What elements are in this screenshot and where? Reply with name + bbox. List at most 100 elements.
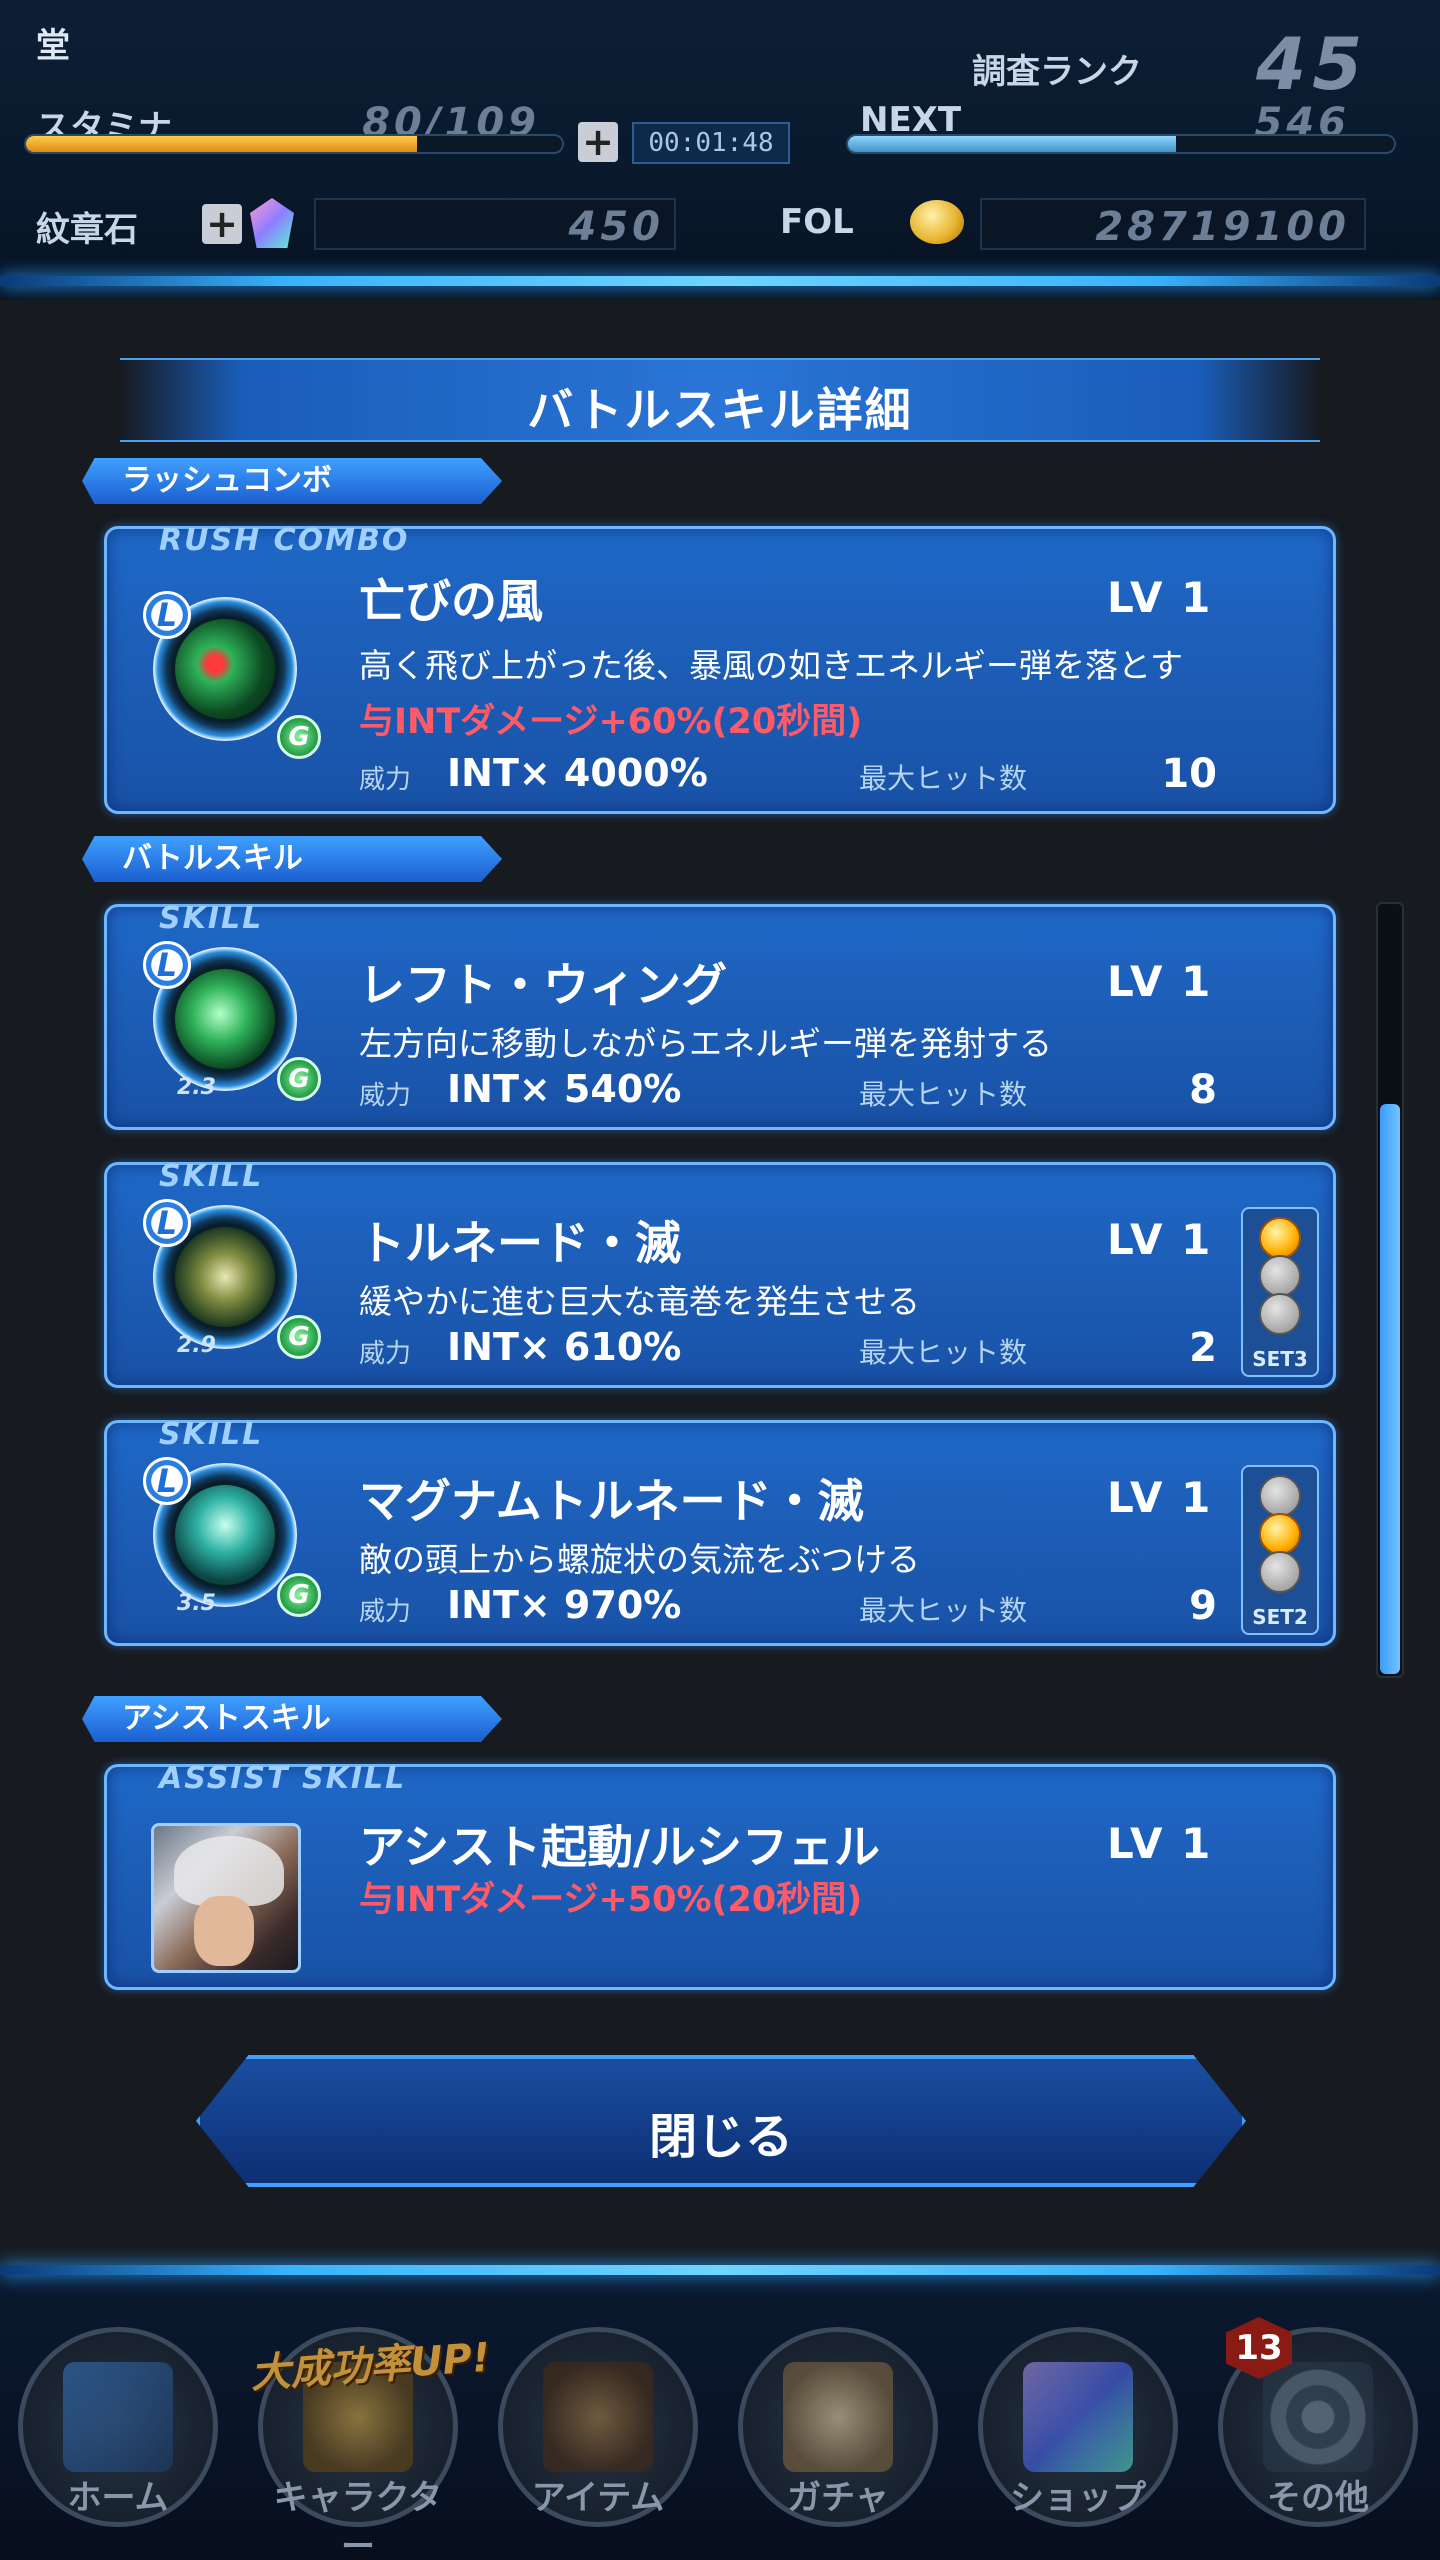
cooldown-value: 3.5 [177,1591,216,1616]
nav-character-label: キャラクター [273,2478,443,2560]
crest-stone-value: 450 [568,204,664,250]
skill-buff: 与INTダメージ+60%(20秒間) [359,702,863,742]
nav-home[interactable]: ホーム [18,2327,218,2527]
scrollbar-thumb[interactable] [1380,1104,1400,1674]
skill-level: LV 1 [1107,1215,1213,1264]
nav-shop-label: ショップ [1010,2478,1146,2518]
skill-card-magnum-tornado: SKILL L G 3.5 マグナムトルネード・滅 LV 1 敵の頭上から螺旋状… [104,1417,1336,1646]
home-door-icon [63,2362,173,2472]
power-value: INT× 610% [447,1325,682,1369]
dialog-title: バトルスキル詳細 [527,383,913,437]
skill-buff: 与INTダメージ+50%(20秒間) [359,1880,863,1920]
skill-card-left-wing: SKILL L G 2.3 レフト・ウィング LV 1 左方向に移動しながらエネ… [104,901,1336,1130]
element-badge-icon: G [277,1573,321,1617]
max-hits-label: 最大ヒット数 [859,1594,1028,1627]
leader-badge-icon: L [143,591,191,639]
stamina-plus-button[interactable]: + [578,122,618,162]
power-value: INT× 4000% [447,751,708,795]
stamina-bar [24,134,564,154]
gacha-character-icon [783,2362,893,2472]
shop-crystal-icon [1023,2362,1133,2472]
nav-gacha-label: ガチャ [787,2478,889,2518]
max-hits-value: 2 [1189,1325,1217,1371]
close-button[interactable]: 閉じる [196,2055,1246,2187]
location-label: 堂 [36,26,70,66]
power-label: 威力 [359,765,412,795]
next-exp-bar-fill [848,136,1176,152]
stamina-timer: 00:01:48 [632,122,790,164]
element-badge-icon: G [277,1315,321,1359]
power-value: INT× 540% [447,1067,682,1111]
section-battle-skill: バトルスキル [82,836,502,882]
power-label: 威力 [359,1081,412,1111]
item-bag-icon [543,2362,653,2472]
crest-stone-plus-button[interactable]: + [202,204,242,244]
skill-description: 敵の頭上から螺旋状の気流をぶつける [359,1540,920,1579]
set-slot-2-icon [1259,1513,1301,1555]
magnum-tornado-skill-icon [175,1485,275,1585]
left-wing-skill-icon [175,969,275,1069]
card-tag: RUSH COMBO [159,523,410,558]
section-assist-skill: アシストスキル [82,1696,502,1742]
max-hits-label: 最大ヒット数 [859,1078,1028,1111]
rank-label: 調査ランク [972,52,1142,92]
skill-set-indicator[interactable]: SET2 [1241,1465,1319,1635]
skill-name: 亡びの風 [359,574,543,628]
cooldown-value: 2.3 [177,1075,216,1100]
dialog-title-banner: バトルスキル詳細 [120,358,1320,442]
next-exp-bar [846,134,1396,154]
skill-level: LV 1 [1107,1819,1213,1868]
card-tag: SKILL [159,1159,264,1194]
skill-icon: L G 3.5 [143,1457,321,1617]
max-hits-value: 9 [1189,1583,1217,1629]
rush-combo-card: RUSH COMBO L G 亡びの風 LV 1 高く飛び上がった後、暴風の如き… [104,523,1336,814]
crest-stone-label: 紋章石 [36,210,138,250]
skill-level: LV 1 [1107,1473,1213,1522]
power-label: 威力 [359,1339,412,1369]
skill-description: 高く飛び上がった後、暴風の如きエネルギー弾を落とす [359,646,1184,685]
skill-description: 緩やかに進む巨大な竜巻を発生させる [359,1282,920,1321]
tornado-skill-icon [175,1227,275,1327]
character-portrait [151,1823,301,1973]
card-tag: ASSIST SKILL [159,1761,407,1796]
nav-shop[interactable]: ショップ [978,2327,1178,2527]
nav-home-label: ホーム [67,2478,169,2518]
set-label: SET3 [1252,1347,1308,1371]
element-badge-icon: G [277,1057,321,1101]
leader-badge-icon: L [143,1457,191,1505]
battle-skill-detail-dialog: バトルスキル詳細 ラッシュコンボ RUSH COMBO L G 亡びの風 LV … [0,300,1440,2265]
max-hits-label: 最大ヒット数 [859,762,1028,795]
status-hud: 堂 調査ランク 45 スタミナ 80/109 + 00:01:48 NEXT 5… [0,0,1440,300]
success-rate-up-banner: 大成功率UP! [248,2334,492,2398]
close-button-label: 閉じる [648,2109,793,2165]
skill-set-indicator[interactable]: SET3 [1241,1207,1319,1377]
leader-badge-icon: L [143,1199,191,1247]
skill-name: トルネード・滅 [359,1216,681,1270]
max-hits-value: 10 [1161,751,1217,797]
skill-icon: L G 2.9 [143,1199,321,1359]
stamina-bar-fill [26,136,418,152]
set-slot-1-icon [1259,1217,1301,1259]
scrollbar[interactable] [1376,902,1404,1678]
rank-value: 45 [1256,22,1369,106]
skill-level: LV 1 [1107,573,1213,622]
leader-badge-icon: L [143,941,191,989]
skill-name: レフト・ウィング [359,958,727,1012]
max-hits-value: 8 [1189,1067,1217,1113]
fol-coin-icon [910,200,964,244]
set-slot-1-icon [1259,1475,1301,1517]
crest-stone-icon [250,198,294,248]
fol-label: FOL [780,202,854,242]
nav-item[interactable]: アイテム [498,2327,698,2527]
section-rush-combo: ラッシュコンボ [82,458,502,504]
skill-icon: L G 2.3 [143,941,321,1101]
skill-icon: L G [143,591,321,759]
power-value: INT× 970% [447,1583,682,1627]
bottom-navigation: ホーム キャラクター 大成功率UP! アイテム ガチャ ショップ その他 13 [0,2265,1440,2560]
nav-gacha[interactable]: ガチャ [738,2327,938,2527]
card-tag: SKILL [159,1417,264,1452]
skill-name: アシスト起動/ルシフェル [359,1820,880,1874]
wind-skill-icon [175,619,275,719]
card-tag: SKILL [159,901,264,936]
cooldown-value: 2.9 [177,1333,216,1358]
